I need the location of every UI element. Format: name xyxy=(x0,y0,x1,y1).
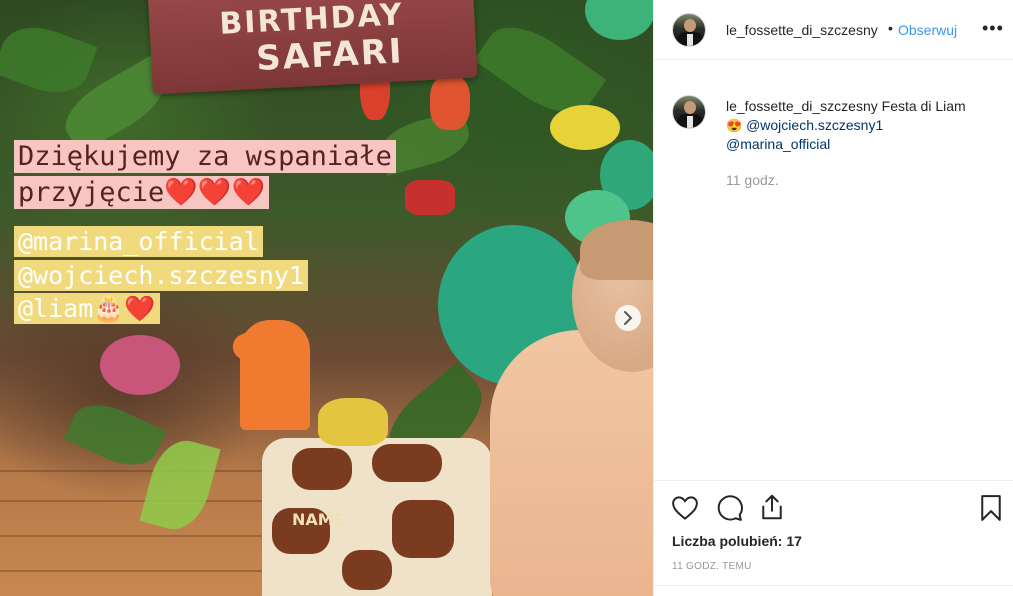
chevron-right-icon xyxy=(624,311,633,325)
birthday-safari-sign: BIRTHDAY SAFARI xyxy=(147,0,478,95)
caption-username-link[interactable]: le_fossette_di_szczesny xyxy=(726,98,878,114)
overlay-mention-2: @wojciech.szczesny1 xyxy=(14,260,308,291)
post-header: le_fossette_di_szczesny • Obserwuj ••• xyxy=(654,0,1013,60)
caption-text: Festa di Liam xyxy=(877,98,966,114)
like-button[interactable] xyxy=(670,493,700,523)
post-side-panel: le_fossette_di_szczesny • Obserwuj ••• l… xyxy=(653,0,1013,596)
overlay-mention-3: @liam🎂❤️ xyxy=(14,293,160,324)
overlay-line-2: przyjęcie❤️❤️❤️ xyxy=(14,176,270,209)
heart-eyes-emoji: 😍 xyxy=(726,118,743,133)
overlay-line-1: Dziękujemy za wspaniałe xyxy=(14,140,396,173)
comment-icon xyxy=(717,495,743,521)
caption-time: 11 godz. xyxy=(726,172,779,188)
share-button[interactable] xyxy=(757,492,787,522)
overlay-mention-3-text: @liam xyxy=(18,294,94,323)
header-separator: • xyxy=(888,20,893,36)
post-caption: le_fossette_di_szczesny Festa di Liam 😍 … xyxy=(726,97,996,154)
birthday-cake: NAME xyxy=(262,438,492,596)
overlay-line-2-text: przyjęcie xyxy=(18,177,165,208)
caption-mention-wojciech[interactable]: @wojciech.szczesny1 xyxy=(746,117,883,133)
cake-heart-emoji: 🎂❤️ xyxy=(93,294,156,323)
cake-name-plate: NAME xyxy=(292,510,345,529)
caption-mention-marina[interactable]: @marina_official xyxy=(726,136,830,152)
overlay-mention-1: @marina_official xyxy=(14,226,263,257)
more-options-button[interactable]: ••• xyxy=(982,18,1004,39)
bookmark-icon xyxy=(981,495,1001,521)
hearts-emoji: ❤️❤️❤️ xyxy=(164,177,266,208)
save-button[interactable] xyxy=(976,493,1006,523)
post-photo: BIRTHDAY SAFARI NAME Dziękujemy za wspan… xyxy=(0,0,653,596)
caption-avatar[interactable] xyxy=(672,95,706,129)
profile-avatar[interactable] xyxy=(672,13,706,47)
header-username-link[interactable]: le_fossette_di_szczesny xyxy=(726,22,878,38)
share-icon xyxy=(762,494,782,520)
cake-topper xyxy=(318,398,388,446)
number-one-candle xyxy=(240,320,310,430)
next-photo-button[interactable] xyxy=(615,305,641,331)
comment-button[interactable] xyxy=(714,493,744,523)
heart-icon xyxy=(672,496,698,520)
sign-text-line2: SAFARI xyxy=(255,31,405,79)
likes-count[interactable]: Liczba polubień: 17 xyxy=(672,533,802,549)
follow-button[interactable]: Obserwuj xyxy=(898,22,957,38)
post-timestamp[interactable]: 11 GODZ. TEMU xyxy=(672,561,752,572)
post-actions: Liczba polubień: 17 11 GODZ. TEMU xyxy=(654,480,1013,596)
